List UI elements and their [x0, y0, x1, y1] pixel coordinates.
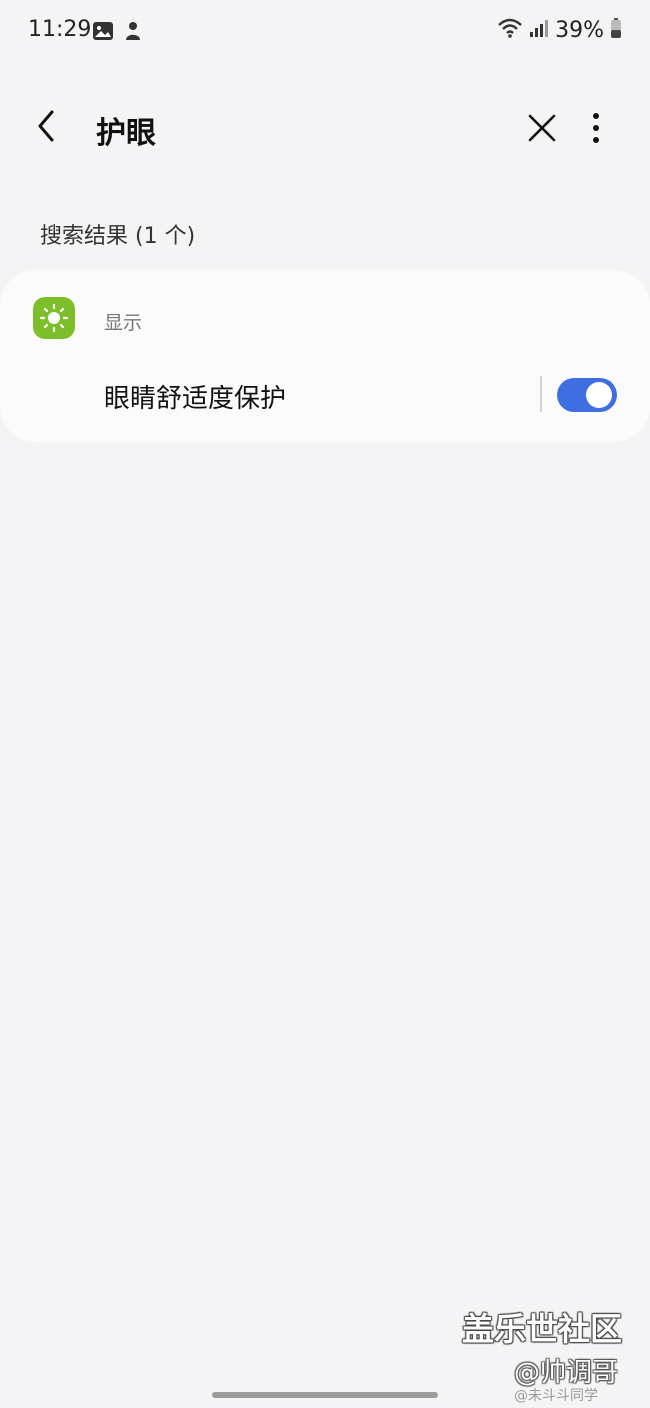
close-icon	[528, 114, 556, 142]
category-label: 显示	[104, 312, 143, 334]
app-bar: 护眼	[0, 90, 650, 166]
status-right: 39%	[497, 17, 622, 43]
setting-label[interactable]: 眼睛舒适度保护	[104, 378, 286, 415]
watermark-author: @帅调哥	[514, 1358, 619, 1388]
more-options-button[interactable]	[582, 108, 610, 148]
toggle-knob	[586, 382, 612, 408]
sun-icon	[33, 297, 75, 339]
status-left-icons	[92, 20, 144, 46]
battery-icon	[610, 17, 622, 43]
battery-percent: 39%	[555, 17, 604, 43]
more-vertical-icon	[593, 113, 599, 143]
status-bar: 11:29 39%	[0, 0, 650, 64]
back-button[interactable]	[28, 106, 68, 146]
notification-icon	[122, 20, 144, 46]
watermark-community: 盖乐世社区	[462, 1310, 623, 1348]
status-time: 11:29	[28, 17, 92, 42]
wifi-icon	[497, 17, 523, 43]
results-header: 搜索结果 (1 个)	[40, 224, 196, 249]
close-button[interactable]	[524, 110, 560, 146]
result-card[interactable]	[0, 270, 650, 442]
home-indicator[interactable]	[212, 1392, 438, 1398]
page-title: 护眼	[96, 116, 156, 151]
signal-icon	[529, 18, 549, 42]
chevron-left-icon	[38, 110, 54, 142]
gallery-icon	[92, 20, 114, 46]
eye-comfort-toggle[interactable]	[557, 378, 617, 412]
divider	[540, 376, 542, 412]
watermark-user: @未斗斗同学	[514, 1388, 598, 1404]
